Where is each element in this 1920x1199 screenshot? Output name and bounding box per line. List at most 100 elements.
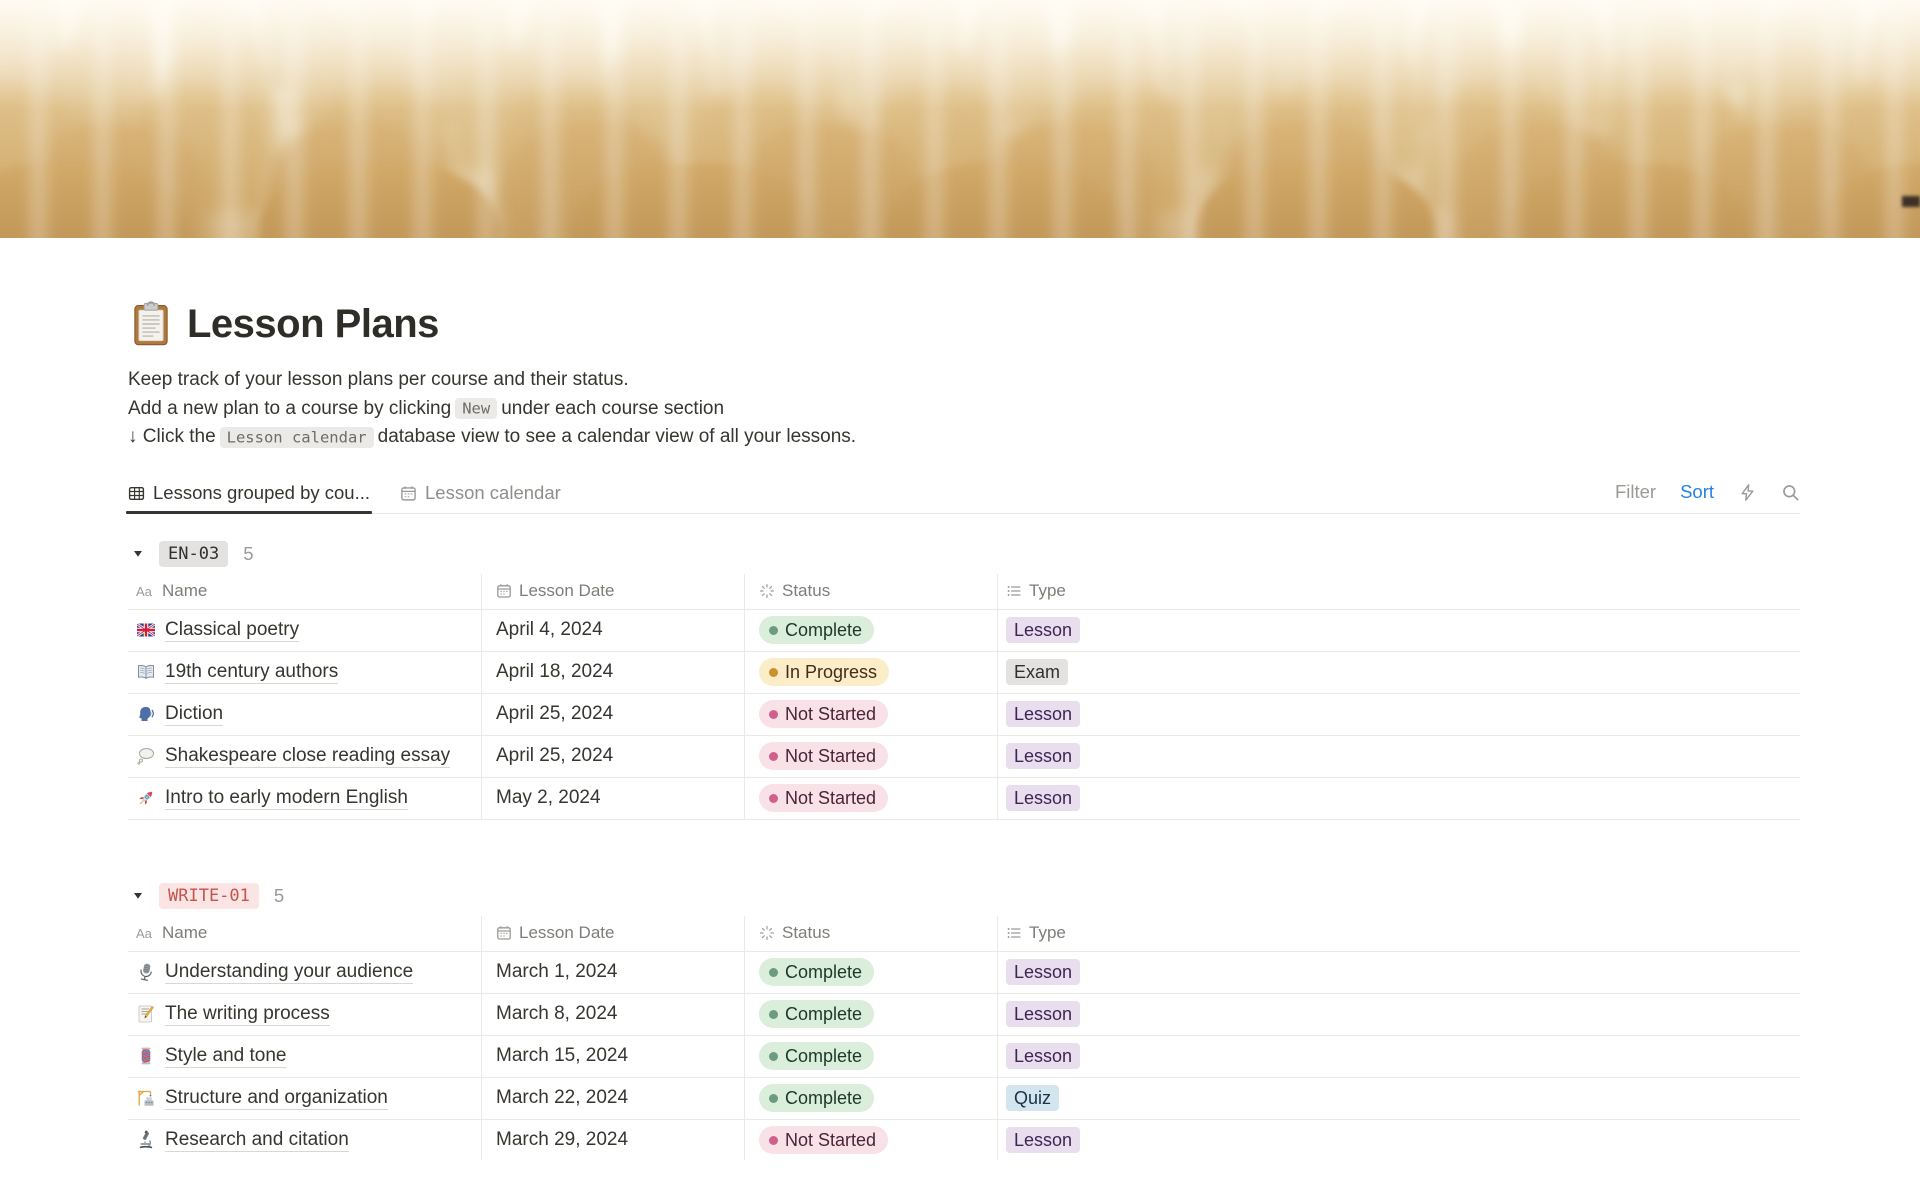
lesson-date-cell[interactable]: March 8, 2024 bbox=[482, 993, 745, 1035]
status-cell[interactable]: Complete bbox=[745, 993, 998, 1035]
table-row: Structure and organization March 22, 2024… bbox=[128, 1077, 1800, 1120]
lesson-date-cell[interactable]: March 15, 2024 bbox=[482, 1035, 745, 1077]
type-badge: Lesson bbox=[1006, 1043, 1081, 1069]
status-dot bbox=[769, 625, 778, 635]
lesson-title-link[interactable]: Intro to early modern English bbox=[165, 786, 408, 811]
status-cell[interactable]: In Progress bbox=[745, 651, 998, 693]
group-row-count: 5 bbox=[243, 542, 254, 564]
name-cell[interactable]: The writing process bbox=[128, 993, 482, 1035]
column-header-status[interactable]: Status bbox=[745, 915, 998, 951]
table-row: Intro to early modern English May 2, 2024… bbox=[128, 777, 1800, 820]
cover-edge-mark bbox=[1902, 196, 1920, 207]
column-header-status[interactable]: Status bbox=[745, 573, 998, 609]
lesson-date-cell[interactable]: March 22, 2024 bbox=[482, 1077, 745, 1119]
lesson-title-link[interactable]: Classical poetry bbox=[165, 618, 300, 643]
name-cell[interactable]: Understanding your audience bbox=[128, 951, 482, 993]
new-button-mention: New bbox=[455, 398, 498, 419]
lesson-title-link[interactable]: Style and tone bbox=[165, 1044, 287, 1069]
column-header-type[interactable]: Type bbox=[998, 574, 1800, 609]
status-cell[interactable]: Complete bbox=[745, 1035, 998, 1077]
column-header-name[interactable]: Aa Name bbox=[128, 573, 482, 609]
name-cell[interactable]: Shakespeare close reading essay bbox=[128, 735, 482, 777]
status-cell[interactable]: Complete bbox=[745, 951, 998, 993]
table-row: Diction April 25, 2024 Not Started Lesson bbox=[128, 693, 1800, 736]
filter-button[interactable]: Filter bbox=[1615, 481, 1656, 503]
crane-icon bbox=[136, 1088, 156, 1108]
status-dot bbox=[769, 967, 778, 977]
status-badge: Complete bbox=[759, 958, 875, 986]
column-header-name[interactable]: Aa Name bbox=[128, 915, 482, 951]
status-cell[interactable]: Complete bbox=[745, 609, 998, 651]
lesson-calendar-mention[interactable]: Lesson calendar bbox=[219, 426, 374, 448]
toolbar-controls: Filter Sort bbox=[1615, 478, 1800, 513]
name-cell[interactable]: Classical poetry bbox=[128, 609, 482, 651]
type-cell[interactable]: Exam bbox=[998, 652, 1800, 693]
column-header-lesson-date[interactable]: Lesson Date bbox=[482, 573, 745, 609]
type-cell[interactable]: Lesson bbox=[998, 1120, 1800, 1161]
status-cell[interactable]: Not Started bbox=[745, 693, 998, 735]
status-cell[interactable]: Not Started bbox=[745, 735, 998, 777]
group-name-chip[interactable]: EN-03 bbox=[159, 540, 229, 567]
page-title[interactable]: Lesson Plans bbox=[187, 302, 439, 347]
type-cell[interactable]: Lesson bbox=[998, 736, 1800, 777]
lesson-title-link[interactable]: Understanding your audience bbox=[165, 960, 414, 985]
column-label: Status bbox=[782, 923, 831, 942]
name-cell[interactable]: Diction bbox=[128, 693, 482, 735]
name-cell[interactable]: Intro to early modern English bbox=[128, 777, 482, 819]
type-cell[interactable]: Lesson bbox=[998, 610, 1800, 651]
status-cell[interactable]: Not Started bbox=[745, 1119, 998, 1160]
lesson-date-cell[interactable]: April 25, 2024 bbox=[482, 735, 745, 777]
lesson-title-link[interactable]: 19th century authors bbox=[165, 660, 339, 685]
status-dot bbox=[769, 751, 778, 761]
type-cell[interactable]: Lesson bbox=[998, 952, 1800, 993]
lesson-date-cell[interactable]: April 25, 2024 bbox=[482, 693, 745, 735]
tab-lesson-calendar[interactable]: Lesson calendar bbox=[400, 478, 561, 513]
lesson-date-cell[interactable]: March 29, 2024 bbox=[482, 1119, 745, 1160]
name-cell[interactable]: 19th century authors bbox=[128, 651, 482, 693]
type-cell[interactable]: Lesson bbox=[998, 994, 1800, 1035]
type-badge: Lesson bbox=[1006, 1001, 1081, 1027]
lesson-title-link[interactable]: Shakespeare close reading essay bbox=[165, 744, 451, 769]
calendar-icon bbox=[400, 485, 417, 502]
name-cell[interactable]: Style and tone bbox=[128, 1035, 482, 1077]
name-cell[interactable]: Structure and organization bbox=[128, 1077, 482, 1119]
bolt-icon[interactable] bbox=[1738, 483, 1757, 502]
type-cell[interactable]: Lesson bbox=[998, 1036, 1800, 1077]
status-label: Complete bbox=[785, 619, 863, 640]
group-header: EN-03 5 bbox=[128, 536, 1800, 572]
sort-button[interactable]: Sort bbox=[1680, 481, 1714, 503]
triangle-down-icon[interactable] bbox=[132, 548, 144, 560]
type-cell[interactable]: Lesson bbox=[998, 778, 1800, 819]
lesson-date-cell[interactable]: April 4, 2024 bbox=[482, 609, 745, 651]
column-label: Type bbox=[1029, 581, 1066, 600]
triangle-down-icon[interactable] bbox=[132, 890, 144, 902]
status-cell[interactable]: Not Started bbox=[745, 777, 998, 819]
lesson-date-cell[interactable]: May 2, 2024 bbox=[482, 777, 745, 819]
search-icon[interactable] bbox=[1781, 483, 1800, 502]
lesson-date-cell[interactable]: April 18, 2024 bbox=[482, 651, 745, 693]
lesson-title-link[interactable]: Research and citation bbox=[165, 1128, 349, 1153]
status-label: Not Started bbox=[785, 787, 877, 808]
table-row: Style and tone March 15, 2024 Complete Less… bbox=[128, 1035, 1800, 1078]
lesson-title-link[interactable]: Diction bbox=[165, 702, 224, 727]
tab-lessons-grouped-by-course[interactable]: Lessons grouped by cou... bbox=[125, 478, 373, 514]
name-cell[interactable]: Research and citation bbox=[128, 1119, 482, 1160]
status-label: Not Started bbox=[785, 703, 877, 724]
column-header-lesson-date[interactable]: Lesson Date bbox=[482, 915, 745, 951]
column-label: Status bbox=[782, 581, 831, 600]
status-burst-icon bbox=[759, 583, 775, 599]
lesson-title-link[interactable]: The writing process bbox=[165, 1002, 330, 1027]
status-dot bbox=[769, 1135, 778, 1145]
status-cell[interactable]: Complete bbox=[745, 1077, 998, 1119]
thought-balloon-icon bbox=[136, 746, 156, 766]
lesson-title-link[interactable]: Structure and organization bbox=[165, 1086, 388, 1111]
type-cell[interactable]: Lesson bbox=[998, 694, 1800, 735]
barber-pole-icon bbox=[136, 1046, 156, 1066]
group-name-chip[interactable]: WRITE-01 bbox=[159, 882, 259, 909]
lesson-date-cell[interactable]: March 1, 2024 bbox=[482, 951, 745, 993]
type-cell[interactable]: Quiz bbox=[998, 1078, 1800, 1119]
column-header-type[interactable]: Type bbox=[998, 916, 1800, 951]
microscope-icon bbox=[136, 1130, 156, 1150]
column-label: Name bbox=[162, 923, 208, 942]
clipboard-icon[interactable] bbox=[128, 301, 174, 347]
